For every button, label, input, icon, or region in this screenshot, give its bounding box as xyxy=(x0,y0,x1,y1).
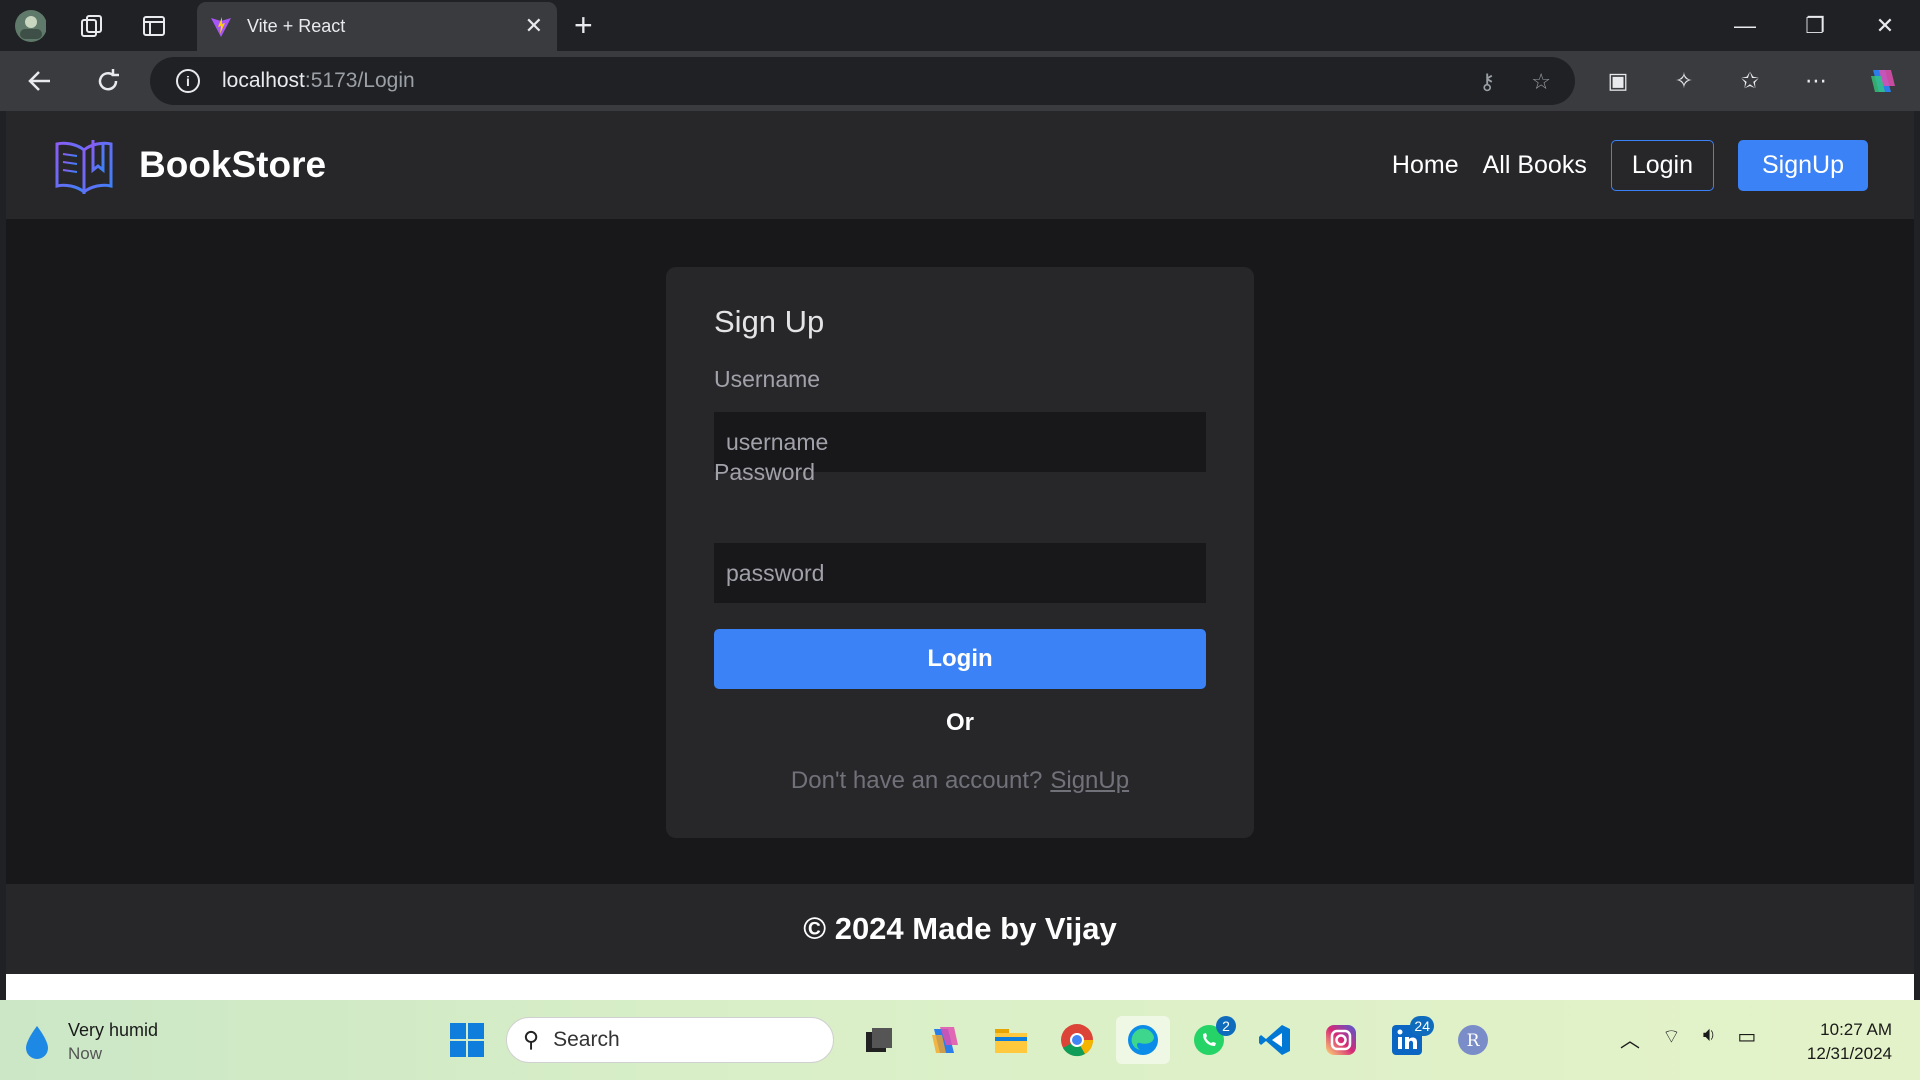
browser-tab-bar: Vite + React ✕ + — ❐ ✕ xyxy=(0,0,1920,51)
show-hidden-icons-chevron-icon[interactable]: ︿ xyxy=(1620,1024,1640,1053)
site-info-icon[interactable]: i xyxy=(176,69,200,93)
nav-signup-button[interactable]: SignUp xyxy=(1738,140,1868,191)
search-icon: ⚲ xyxy=(523,1027,540,1052)
humidity-drop-icon xyxy=(26,1026,48,1059)
key-icon[interactable]: ⚷ xyxy=(1479,69,1495,95)
file-explorer-icon[interactable] xyxy=(984,1016,1038,1064)
brand[interactable]: BookStore xyxy=(53,136,326,194)
restore-icon[interactable]: ❐ xyxy=(1780,0,1850,51)
extensions-icon[interactable]: ✧ xyxy=(1666,63,1702,99)
favorite-star-icon[interactable]: ☆ xyxy=(1531,69,1551,95)
nav-login-button[interactable]: Login xyxy=(1610,140,1714,191)
browser-tab[interactable]: Vite + React ✕ xyxy=(197,2,557,51)
vite-icon xyxy=(211,16,231,37)
favorites-icon[interactable]: ✩ xyxy=(1732,63,1768,99)
taskbar-search-text: Search xyxy=(553,1028,620,1051)
site-navbar: BookStore Home All Books Login SignUp xyxy=(6,111,1914,219)
site-footer: © 2024 Made by Vijay xyxy=(6,884,1914,974)
password-input[interactable] xyxy=(714,543,1206,603)
more-menu-icon[interactable]: ⋯ xyxy=(1798,63,1834,99)
edge-icon[interactable] xyxy=(1116,1016,1170,1064)
whatsapp-icon[interactable]: 2 xyxy=(1182,1016,1236,1064)
minimize-icon[interactable]: — xyxy=(1710,0,1780,51)
nav-link-home[interactable]: Home xyxy=(1392,151,1459,180)
nav-links: Home All Books Login SignUp xyxy=(1392,140,1868,191)
footer-text: © 2024 Made by Vijay xyxy=(803,911,1117,946)
whatsapp-badge: 2 xyxy=(1216,1016,1236,1036)
chrome-icon[interactable] xyxy=(1050,1016,1104,1064)
web-page: BookStore Home All Books Login SignUp Si… xyxy=(6,111,1914,1000)
tab-actions-icon[interactable] xyxy=(138,10,170,42)
close-window-icon[interactable]: ✕ xyxy=(1850,0,1920,51)
username-label: Username xyxy=(714,366,821,392)
split-screen-icon[interactable]: ▣ xyxy=(1600,63,1636,99)
login-card: Sign Up Username Password Login Or Don't… xyxy=(666,267,1254,838)
new-tab-icon[interactable]: + xyxy=(574,9,593,41)
url-text: localhost:5173/Login xyxy=(222,69,415,92)
login-submit-button[interactable]: Login xyxy=(714,629,1206,689)
signup-prompt: Don't have an account? SignUp xyxy=(666,767,1254,795)
close-tab-icon[interactable]: ✕ xyxy=(525,15,543,37)
task-view-icon[interactable] xyxy=(852,1016,906,1064)
clock-date: 12/31/2024 xyxy=(1806,1044,1892,1063)
copilot-icon[interactable] xyxy=(1864,63,1900,99)
profile-r-icon[interactable]: R xyxy=(1446,1016,1500,1064)
start-button[interactable] xyxy=(440,1016,494,1064)
profile-avatar-icon[interactable] xyxy=(14,10,46,42)
clock-time: 10:27 AM xyxy=(1820,1020,1892,1039)
windows-logo-icon xyxy=(450,1023,484,1057)
vscode-icon[interactable] xyxy=(1248,1016,1302,1064)
page-bottom-strip xyxy=(6,974,1914,1000)
browser-toolbar: i localhost:5173/Login ⚷ ☆ ▣ ✧ ✩ ⋯ xyxy=(0,51,1920,111)
signup-prompt-text: Don't have an account? xyxy=(790,767,1043,794)
copilot-app-icon[interactable] xyxy=(918,1016,972,1064)
system-tray: ︿ ⌔ 🔉︎ ▭ xyxy=(1620,1024,1756,1053)
svg-text:R: R xyxy=(1467,1031,1481,1051)
brand-name: BookStore xyxy=(139,144,327,185)
nav-link-all-books[interactable]: All Books xyxy=(1483,151,1587,180)
refresh-icon[interactable] xyxy=(90,63,126,99)
workspaces-icon[interactable] xyxy=(76,10,108,42)
password-label: Password xyxy=(714,459,815,485)
back-icon[interactable] xyxy=(22,63,58,99)
wifi-icon[interactable]: ⌔ xyxy=(1662,1024,1681,1053)
or-divider-text: Or xyxy=(945,709,974,736)
weather-subtitle: Now xyxy=(68,1044,103,1063)
weather-widget[interactable]: Very humid Now xyxy=(24,1020,158,1064)
linkedin-icon[interactable]: 24 xyxy=(1380,1016,1434,1064)
linkedin-badge: 24 xyxy=(1410,1016,1434,1036)
address-bar[interactable]: i localhost:5173/Login ⚷ ☆ xyxy=(150,57,1575,105)
book-logo-icon xyxy=(55,140,113,194)
signup-link[interactable]: SignUp xyxy=(1050,767,1129,794)
battery-icon[interactable]: ▭ xyxy=(1737,1024,1756,1053)
weather-title: Very humid xyxy=(68,1020,159,1040)
instagram-icon[interactable] xyxy=(1314,1016,1368,1064)
tab-title: Vite + React xyxy=(247,16,346,36)
form-heading: Sign Up xyxy=(714,304,825,339)
taskbar-search-box[interactable]: ⚲ Search xyxy=(506,1017,834,1063)
volume-icon[interactable]: 🔉︎ xyxy=(1703,1024,1716,1053)
windows-taskbar: Very humid Now ⚲ Search 2 24 R ︿ ⌔ 🔉︎ ▭ … xyxy=(0,1000,1920,1080)
system-clock[interactable]: 10:27 AM 12/31/2024 xyxy=(1807,1018,1892,1066)
